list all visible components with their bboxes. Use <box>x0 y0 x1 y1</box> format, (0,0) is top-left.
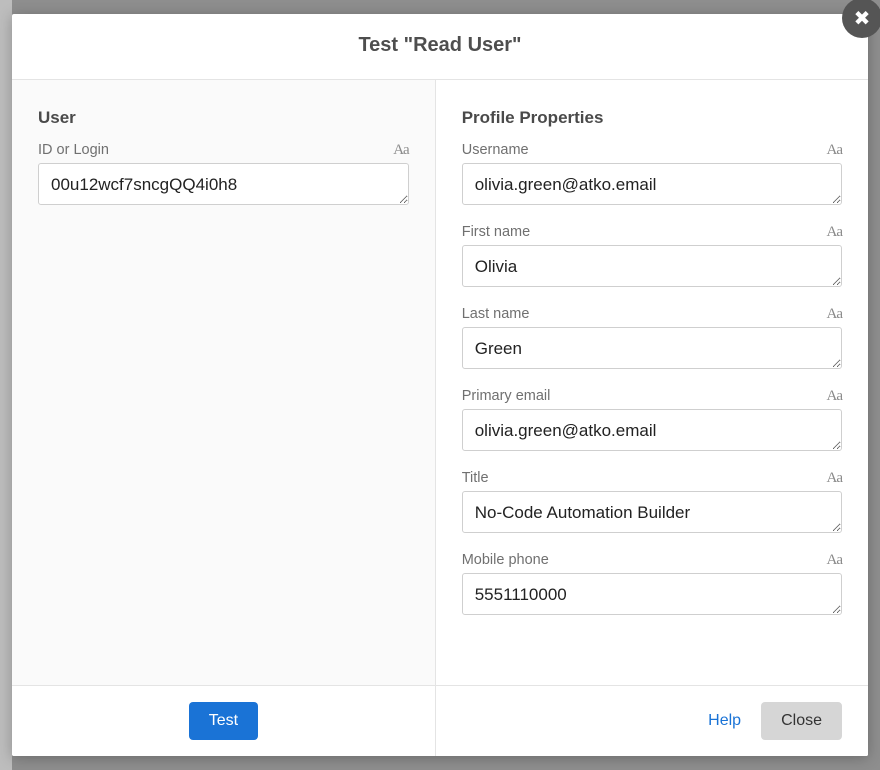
username-input[interactable] <box>462 163 842 205</box>
footer-right: Help Close <box>436 686 868 756</box>
last-name-input[interactable] <box>462 327 842 369</box>
type-badge-string-icon: Aa <box>826 224 842 241</box>
user-section-title: User <box>38 108 409 128</box>
type-badge-string-icon: Aa <box>826 306 842 323</box>
field-last-name: Last name Aa <box>462 306 842 374</box>
field-primary-email: Primary email Aa <box>462 388 842 456</box>
test-modal: Test "Read User" User ID or Login Aa Pro… <box>12 14 868 756</box>
field-mobile-phone: Mobile phone Aa <box>462 552 842 620</box>
title-input[interactable] <box>462 491 842 533</box>
first-name-input[interactable] <box>462 245 842 287</box>
modal-footer: Test Help Close <box>12 685 868 756</box>
id-or-login-label: ID or Login <box>38 142 109 158</box>
close-icon: ✖ <box>854 6 871 31</box>
last-name-label: Last name <box>462 306 530 322</box>
profile-properties-pane: Profile Properties Username Aa First nam… <box>436 80 868 685</box>
primary-email-label: Primary email <box>462 388 551 404</box>
field-username: Username Aa <box>462 142 842 210</box>
background-sliver <box>0 0 12 770</box>
modal-body: User ID or Login Aa Profile Properties U… <box>12 80 868 685</box>
username-label: Username <box>462 142 529 158</box>
modal-title: Test "Read User" <box>12 34 868 57</box>
id-or-login-input[interactable] <box>38 163 409 205</box>
mobile-phone-input[interactable] <box>462 573 842 615</box>
user-pane: User ID or Login Aa <box>12 80 436 685</box>
field-first-name: First name Aa <box>462 224 842 292</box>
type-badge-string-icon: Aa <box>826 470 842 487</box>
field-title: Title Aa <box>462 470 842 538</box>
type-badge-string-icon: Aa <box>826 388 842 405</box>
help-link[interactable]: Help <box>708 712 741 730</box>
profile-properties-title: Profile Properties <box>462 108 842 128</box>
title-label: Title <box>462 470 489 486</box>
type-badge-string-icon: Aa <box>826 142 842 159</box>
test-button[interactable]: Test <box>189 702 258 740</box>
first-name-label: First name <box>462 224 531 240</box>
mobile-phone-label: Mobile phone <box>462 552 549 568</box>
modal-header: Test "Read User" <box>12 14 868 80</box>
primary-email-input[interactable] <box>462 409 842 451</box>
type-badge-string-icon: Aa <box>393 142 409 159</box>
close-button[interactable]: Close <box>761 702 842 740</box>
close-icon-button[interactable]: ✖ <box>842 0 880 38</box>
type-badge-string-icon: Aa <box>826 552 842 569</box>
field-id-or-login: ID or Login Aa <box>38 142 409 210</box>
footer-left: Test <box>12 686 436 756</box>
